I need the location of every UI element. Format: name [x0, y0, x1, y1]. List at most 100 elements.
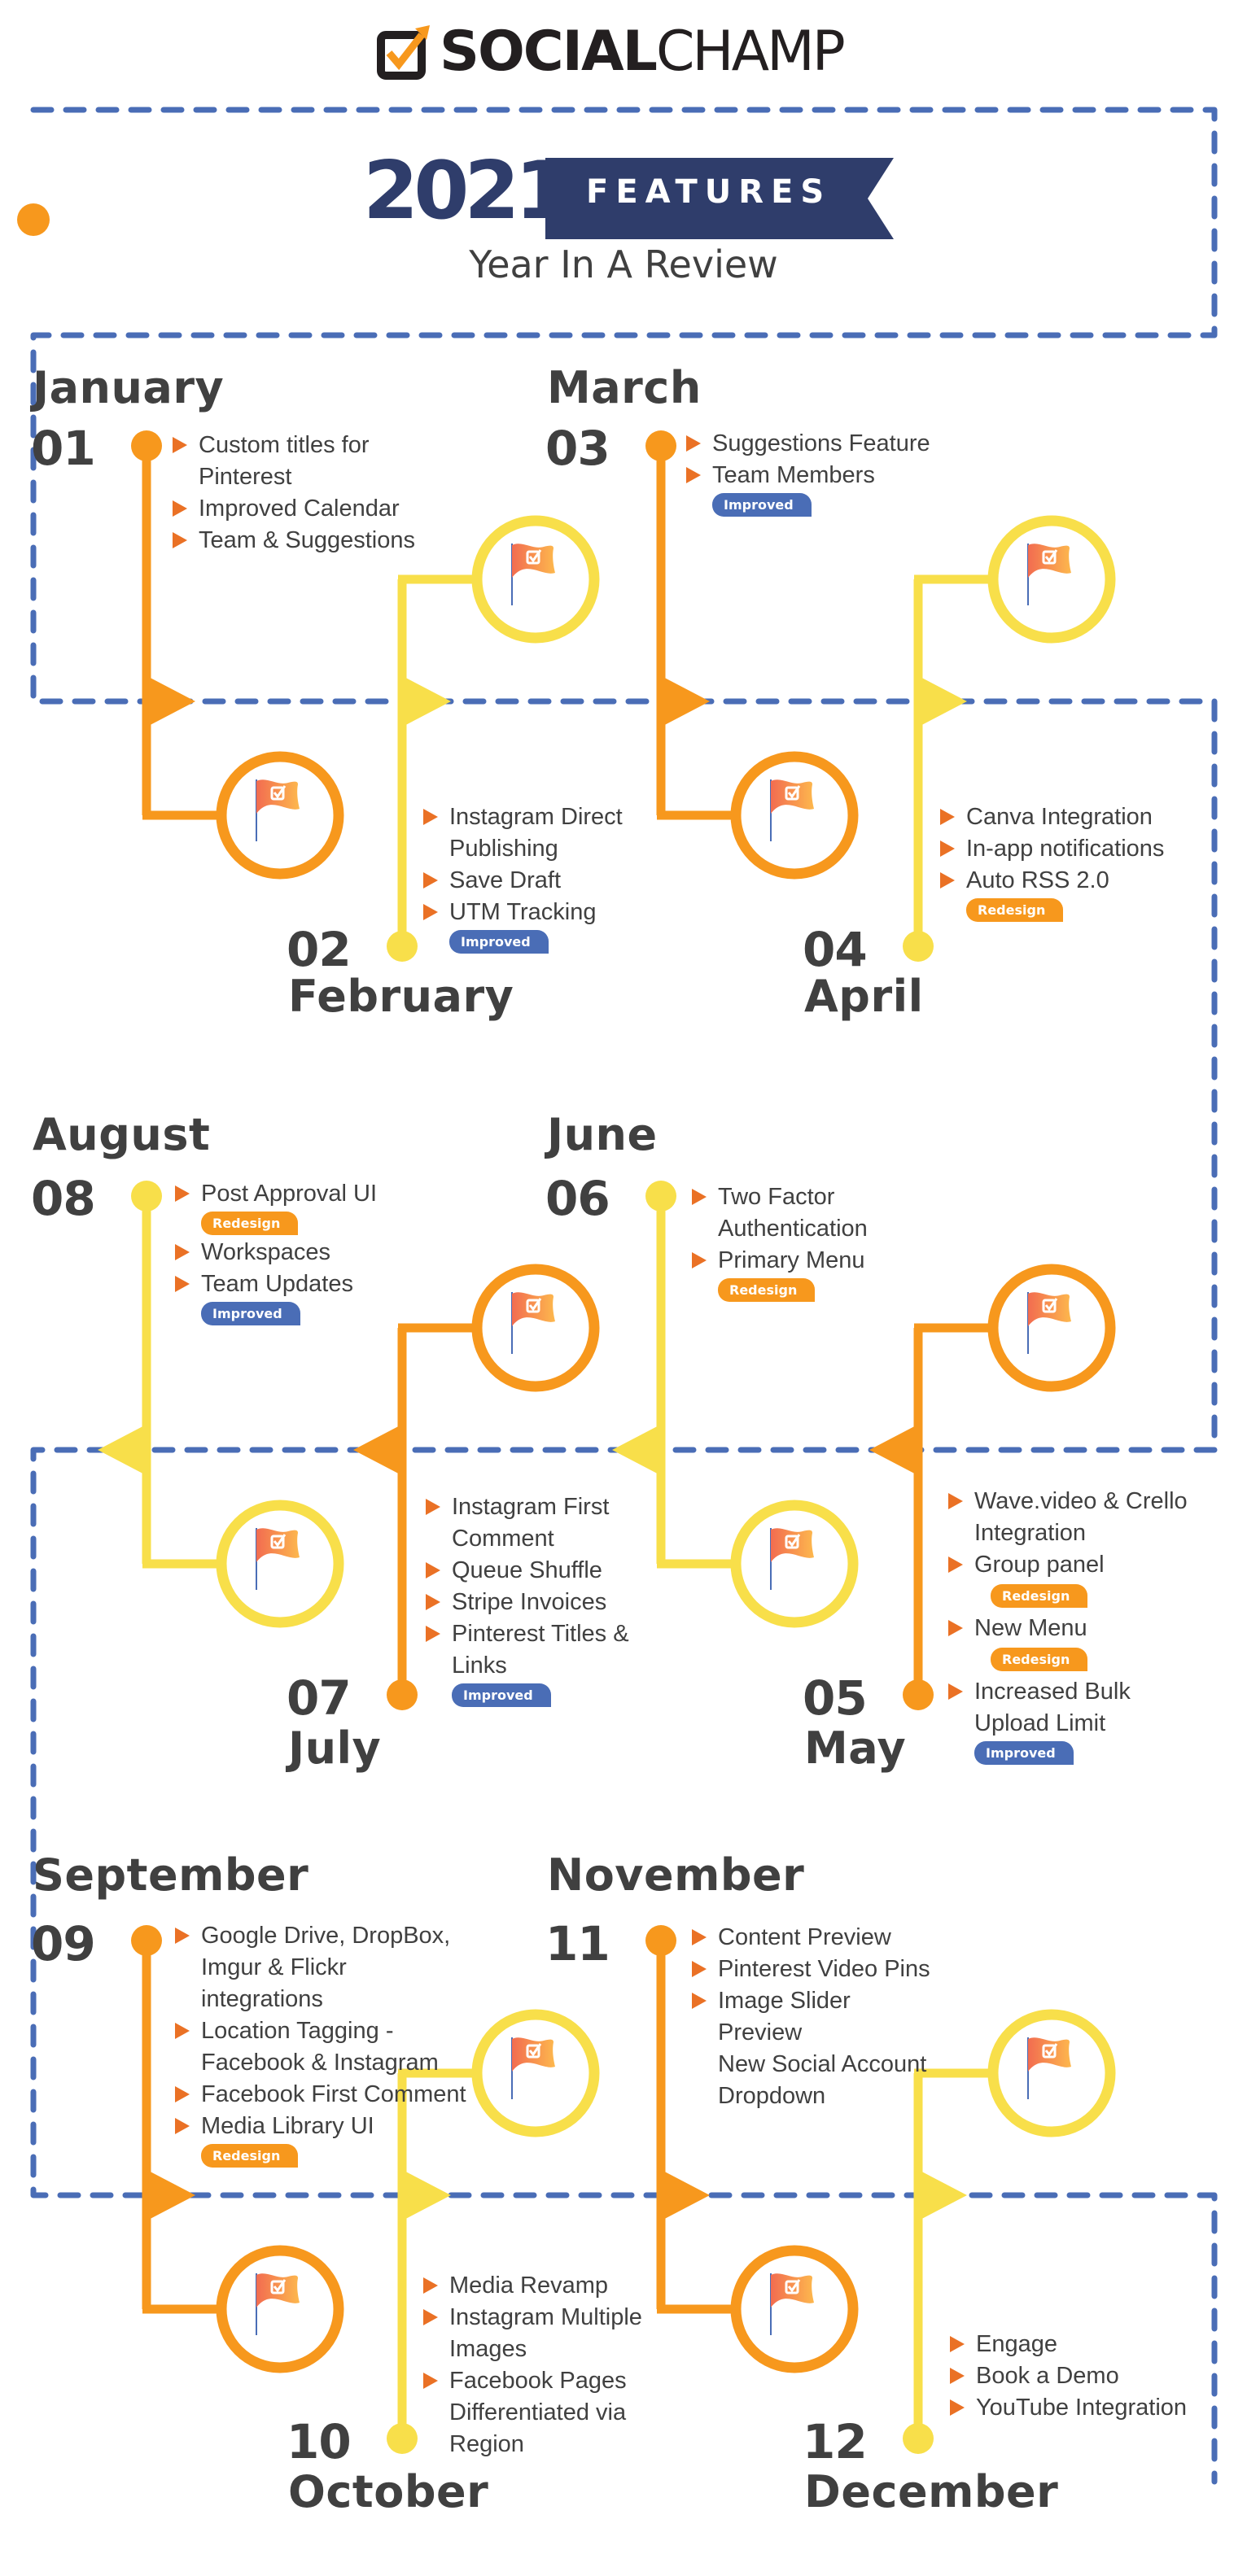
month-name: May — [804, 1722, 907, 1774]
milestone-ring — [730, 2245, 859, 2373]
milestone-ring — [216, 2245, 344, 2373]
badge-improved: Improved — [201, 1302, 300, 1325]
feature-item: Improved Calendar — [173, 493, 417, 525]
feature-item: Canva Integration — [940, 801, 1184, 833]
bullet-triangle-icon — [692, 1189, 707, 1205]
feature-item: Team Members Improved — [686, 460, 930, 517]
month-name: July — [288, 1722, 382, 1774]
feature-item: Two Factor Authentication — [692, 1181, 936, 1245]
bullet-triangle-icon — [948, 1493, 963, 1509]
badge-redesign: Redesign — [201, 2144, 299, 2168]
feature-item: UTM Tracking Improved — [423, 897, 667, 954]
bullet-triangle-icon — [948, 1683, 963, 1700]
month-number: 10 — [287, 2414, 352, 2469]
month-name: March — [547, 362, 702, 413]
bullet-triangle-icon — [426, 1594, 440, 1610]
bullet-triangle-icon — [948, 1557, 963, 1573]
milestone-ring — [216, 1500, 344, 1628]
feature-item: Instagram First Comment — [426, 1491, 670, 1555]
bullet-triangle-icon — [426, 1499, 440, 1515]
bullet-triangle-icon — [423, 809, 438, 825]
feature-item: Media Library UI Redesign — [175, 2111, 468, 2168]
bullet-triangle-icon — [175, 2023, 190, 2039]
month-name: September — [33, 1849, 309, 1901]
milestone-ring — [730, 751, 859, 880]
milestone-ring — [730, 1500, 859, 1628]
feature-item: New Social Account Dropdown — [692, 2049, 936, 2112]
feature-text: YouTube Integration — [976, 2395, 1188, 2421]
feature-text: Media Library UI — [201, 2113, 374, 2139]
month-name: April — [804, 971, 924, 1022]
feature-item: Facebook First Comment — [175, 2079, 468, 2111]
bullet-triangle-icon — [692, 1993, 707, 2009]
bullet-triangle-icon — [686, 435, 701, 452]
feature-item: Post Approval UI Redesign — [175, 1178, 419, 1235]
feature-text: In-app notifications — [966, 836, 1165, 862]
feature-list: Custom titles for Pinterest Improved Cale… — [173, 430, 417, 557]
feature-item: Pinterest Video Pins — [692, 1954, 936, 1985]
pennant-left-icon — [98, 1422, 151, 1478]
bullet-triangle-icon — [950, 2336, 965, 2352]
feature-item: Increased Bulk Upload Limit Improved — [948, 1676, 1192, 1765]
feature-text: Facebook Pages Differentiated via Region — [449, 2368, 627, 2457]
bullet-triangle-icon — [175, 1276, 190, 1292]
feature-item: Instagram Multiple Images — [423, 2302, 667, 2365]
feature-item: Primary Menu Redesign — [692, 1245, 936, 1302]
feature-item: Group panel Redesign — [948, 1549, 1192, 1613]
month-name: December — [804, 2466, 1059, 2517]
feature-text: Stripe Invoices — [452, 1589, 607, 1615]
feature-text: Primary Menu — [718, 1247, 865, 1273]
month-number: 09 — [31, 1916, 96, 1971]
bullet-triangle-icon — [175, 1185, 190, 1202]
start-dot — [17, 203, 50, 236]
feature-text: Pinterest Video Pins — [718, 1956, 930, 1982]
badge-improved: Improved — [449, 930, 549, 954]
bullet-triangle-icon — [940, 840, 955, 857]
bullet-triangle-icon — [175, 2118, 190, 2134]
feature-item: In-app notifications — [940, 833, 1184, 865]
feature-list: Engage Book a Demo YouTube Integration — [950, 2329, 1194, 2424]
feature-text: Location Tagging - Facebook & Instagram — [201, 2018, 439, 2076]
feature-text: New Menu — [974, 1615, 1087, 1641]
feature-text: Pinterest Titles & Links — [452, 1621, 629, 1679]
bullet-triangle-icon — [423, 904, 438, 920]
feature-text: Post Approval UI — [201, 1181, 377, 1207]
feature-item: Workspaces — [175, 1237, 419, 1268]
bullet-triangle-icon — [175, 1244, 190, 1260]
feature-item: New Menu Redesign — [948, 1613, 1192, 1676]
feature-text: Group panel — [974, 1552, 1105, 1578]
bullet-triangle-icon — [173, 500, 187, 517]
feature-item: Wave.video & Crello Integration — [948, 1486, 1192, 1549]
bullet-triangle-icon — [175, 2086, 190, 2102]
feature-list: Wave.video & Crello Integration Group pan… — [948, 1486, 1192, 1766]
infographic-canvas: SOCIAL CHAMP 2021 FEATURES Year In A Revi… — [0, 0, 1247, 2576]
feature-item: Image Slider Preview — [692, 1985, 936, 2049]
feature-item: Team & Suggestions — [173, 525, 417, 557]
month-name: November — [547, 1849, 805, 1901]
bullet-triangle-icon — [686, 467, 701, 483]
badge-redesign: Redesign — [718, 1278, 816, 1302]
bullet-triangle-icon — [426, 1562, 440, 1578]
bullet-triangle-icon — [692, 1252, 707, 1268]
feature-text: Instagram First Comment — [452, 1494, 610, 1552]
bullet-triangle-icon — [423, 2309, 438, 2325]
feature-text: Suggestions Feature — [712, 430, 930, 456]
feature-list: Canva Integration In-app notifications Aut… — [940, 801, 1184, 923]
feature-text: Google Drive, DropBox, Imgur & Flickr in… — [201, 1923, 451, 2012]
feature-list: Google Drive, DropBox, Imgur & Flickr in… — [175, 1920, 468, 2169]
month-name: January — [33, 362, 225, 413]
month-number: 03 — [545, 421, 610, 476]
pennant-right-icon — [398, 2168, 451, 2223]
feature-item: Location Tagging - Facebook & Instagram — [175, 2015, 468, 2079]
feature-list: Suggestions Feature Team Members Improved — [686, 428, 930, 518]
pennant-left-icon — [869, 1422, 922, 1478]
milestone-ring — [471, 1264, 600, 1392]
feature-item: Auto RSS 2.0 Redesign — [940, 865, 1184, 922]
feature-text: Instagram Multiple Images — [449, 2304, 642, 2362]
month-number: 01 — [31, 421, 96, 476]
badge-redesign: Redesign — [966, 898, 1064, 922]
feature-text: Content Preview — [718, 1924, 891, 1950]
bullet-triangle-icon — [175, 1928, 190, 1944]
feature-text: Team Updates — [201, 1271, 353, 1297]
bullet-triangle-icon — [423, 2277, 438, 2294]
